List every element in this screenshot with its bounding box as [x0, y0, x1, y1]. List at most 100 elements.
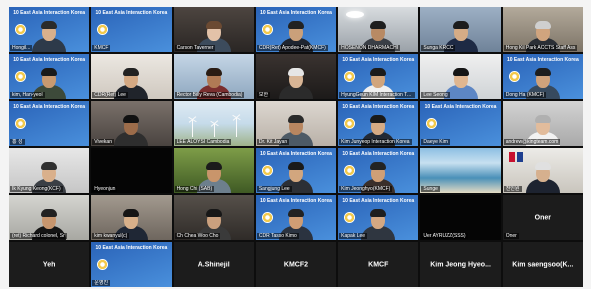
participant-name-label: CDR(Ret) Apodee-Pat(KMCF) — [256, 45, 328, 51]
participant-hair — [370, 68, 387, 76]
participant-tile[interactable]: KMCF2 — [255, 242, 337, 287]
participant-tile[interactable]: 10 East Asia Interaction Korea Sangjung L… — [255, 148, 337, 193]
participant-hair — [287, 115, 304, 123]
participant-tile[interactable]: Vivekan — [91, 101, 172, 146]
participant-name-label: HOSENON DHARMACHI — [339, 45, 401, 51]
participant-tile[interactable]: Sunga KRCC — [420, 7, 501, 52]
participant-tile[interactable]: Kim Jeong Hyeo... — [420, 242, 501, 287]
participant-hair — [41, 209, 58, 217]
participant-video — [525, 157, 560, 193]
participant-tile[interactable]: 10 East Asia Interaction Korea 운영진 — [91, 242, 172, 287]
participant-name-label: 보한 — [256, 92, 271, 98]
participant-tile[interactable]: andrew@kingteam.com — [502, 101, 583, 146]
participant-tile[interactable]: Hong Kil Park ACCTS Staff Ass — [502, 7, 583, 52]
participant-tile[interactable]: kim kwanyul(c) — [91, 195, 172, 240]
participant-hair — [287, 209, 304, 217]
participant-tile[interactable]: Ch Chea Woo Cho — [173, 195, 254, 240]
participant-name-label: Vivekan — [92, 139, 114, 145]
participant-name-label: Hong Chi (SAB) — [174, 186, 215, 192]
participant-tile[interactable]: Carson Taverner — [173, 7, 254, 52]
participant-tile[interactable]: 10 East Asia Interaction Korea Kim Jeongh… — [338, 148, 419, 193]
participant-tile[interactable]: 10 East Asia Interaction Korea Kapak Lee — [338, 195, 419, 240]
event-logo-icon — [261, 24, 273, 35]
participant-hair — [370, 115, 387, 123]
participant-display-name: Kim Jeong Hyeo... — [430, 261, 491, 268]
participant-hair — [534, 21, 551, 29]
participant-hair — [205, 162, 222, 170]
participant-hair — [370, 162, 387, 170]
participant-name-label: Hong Kil Park ACCTS Staff Ass — [503, 45, 578, 51]
participant-name-label: Oner — [503, 233, 519, 239]
participant-name-label: kim, Han-yeol — [10, 92, 45, 98]
participant-tile[interactable]: KMCF — [338, 242, 419, 287]
flag — [516, 152, 523, 162]
participant-hair — [205, 21, 222, 29]
participant-name-label: LEE ALOYSI Cambodia — [174, 139, 232, 145]
participant-name-label: Sunga KRCC — [421, 45, 456, 51]
participant-tile[interactable]: 보한 — [255, 54, 337, 99]
participant-name-label: Dr. Kit Jayan — [256, 139, 290, 145]
participant-hair — [287, 68, 304, 76]
participant-tile[interactable]: 10 East Asia Interaction Korea CDR Tasso … — [255, 195, 337, 240]
participant-tile[interactable]: Oner Oner — [502, 195, 583, 240]
participant-tile[interactable]: LEE ALOYSI Cambodia — [173, 101, 254, 146]
participant-tile[interactable]: Dr. Kit Jayan — [255, 101, 337, 146]
participant-tile[interactable]: 10 East Asia Interaction Korea Kim Junyeo… — [338, 101, 419, 146]
participant-hair — [41, 162, 58, 170]
participant-name-label: (ret) Richard colonel, Sr — [10, 233, 67, 239]
participant-display-name: Yeh — [42, 261, 56, 268]
participant-display-name: KMCF2 — [283, 261, 309, 268]
participant-tile[interactable]: Yeh — [9, 242, 90, 287]
participant-name-label: 천인원 — [503, 186, 522, 192]
participant-hair — [41, 21, 58, 29]
participant-tile[interactable]: 10 East Asia Interaction Korea Hongil... — [9, 7, 90, 52]
participant-hair — [287, 21, 304, 29]
participant-tile[interactable]: Hong Chi (SAB) — [173, 148, 254, 193]
event-logo-icon — [261, 165, 273, 176]
participant-hair — [534, 68, 551, 76]
participant-tile[interactable]: 10 East Asia Interaction Korea Daeye Kim — [420, 101, 501, 146]
participant-tile[interactable]: Rector Billy Reva (Cambodia) — [173, 54, 254, 99]
participant-name-label: Kapak Lee — [339, 233, 368, 239]
wind-turbine — [235, 117, 237, 137]
participant-hair — [123, 68, 140, 76]
event-logo-icon — [344, 165, 356, 176]
participant-name-label: Carson Taverner — [174, 45, 216, 51]
participant-tile[interactable]: CDR(Ret) Lee — [91, 54, 172, 99]
slide-title: 10 East Asia Interaction Korea — [424, 104, 497, 110]
event-logo-icon — [344, 118, 356, 129]
participant-tile[interactable]: Uer AYRUZZ(SSS) — [420, 195, 501, 240]
participant-tile[interactable]: 10 East Asia Interaction Korea KMCF — [91, 7, 172, 52]
participant-tile[interactable]: (ret) Richard colonel, Sr — [9, 195, 90, 240]
participant-tile[interactable]: Ik Kyung Keong(KCF) — [9, 148, 90, 193]
slide-title: 10 East Asia Interaction Korea — [95, 10, 168, 16]
participant-hair — [370, 209, 387, 217]
participant-display-name: KMCF — [368, 261, 389, 268]
participant-tile[interactable]: 10 East Asia Interaction Korea CDR(Ret) A… — [255, 7, 337, 52]
participant-tile[interactable]: 10 East Asia Interaction Korea kim, Han-y… — [9, 54, 90, 99]
participant-tile[interactable]: Lee Seong — [420, 54, 501, 99]
participant-hair — [452, 21, 469, 29]
participant-tile[interactable]: 10 East Asia Interaction Korea Dong Ha (K… — [502, 54, 583, 99]
participant-name-label: Uer AYRUZZ(SSS) — [421, 233, 468, 239]
participant-tile[interactable]: 10 East Asia Interaction Korea 홍 성 — [9, 101, 90, 146]
wind-turbine — [213, 123, 215, 137]
participant-tile[interactable]: HOSENON DHARMACHI — [338, 7, 419, 52]
event-logo-icon — [97, 24, 109, 35]
participant-tile[interactable]: Sunge — [420, 148, 501, 193]
participant-hair — [205, 209, 222, 217]
participant-tile[interactable]: 10 East Asia Interaction Korea HyungGeun … — [338, 54, 419, 99]
participant-name-label: CDR Tasso Kimo — [256, 233, 299, 239]
participant-tile[interactable]: Kim saengsoo(K... — [502, 242, 583, 287]
participant-name-label: HyungGeun KIM Interaction Team — [339, 92, 416, 98]
participant-hair — [287, 162, 304, 170]
slide-title: 10 East Asia Interaction Korea — [95, 245, 168, 251]
participant-tile[interactable]: Hyeonjun — [91, 148, 172, 193]
event-logo-icon — [15, 118, 26, 129]
participant-name-label: kim kwanyul(c) — [92, 233, 130, 239]
event-logo-icon — [15, 24, 26, 35]
participant-tile[interactable]: 천인원 — [502, 148, 583, 193]
participant-display-name: Kim saengsoo(K... — [512, 261, 574, 268]
participant-name-label: Hyeonjun — [92, 186, 118, 192]
participant-tile[interactable]: A.Shinejil — [173, 242, 254, 287]
